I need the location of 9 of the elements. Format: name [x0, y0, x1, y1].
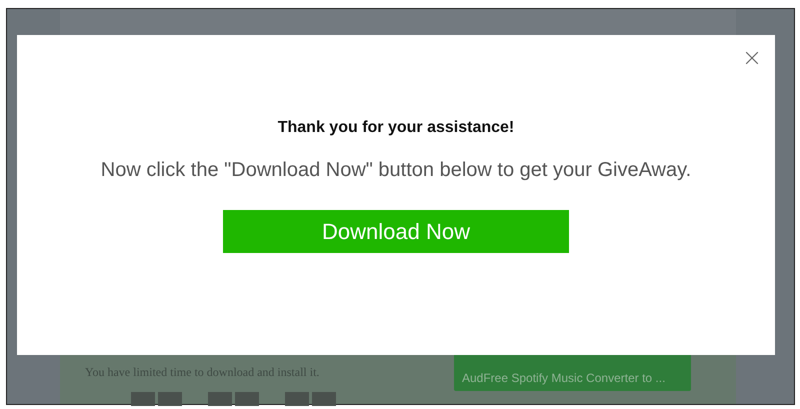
- countdown-box: [235, 392, 259, 406]
- modal-title: Thank you for your assistance!: [278, 118, 514, 138]
- countdown-box: [285, 392, 309, 406]
- modal-message: Now click the "Download Now" button below to get your GiveAway.: [100, 158, 692, 182]
- countdown-box: [158, 392, 182, 406]
- countdown-box: [312, 392, 336, 406]
- download-now-button[interactable]: Download Now: [223, 210, 569, 253]
- countdown-box: [208, 392, 232, 406]
- countdown-box: [131, 392, 155, 406]
